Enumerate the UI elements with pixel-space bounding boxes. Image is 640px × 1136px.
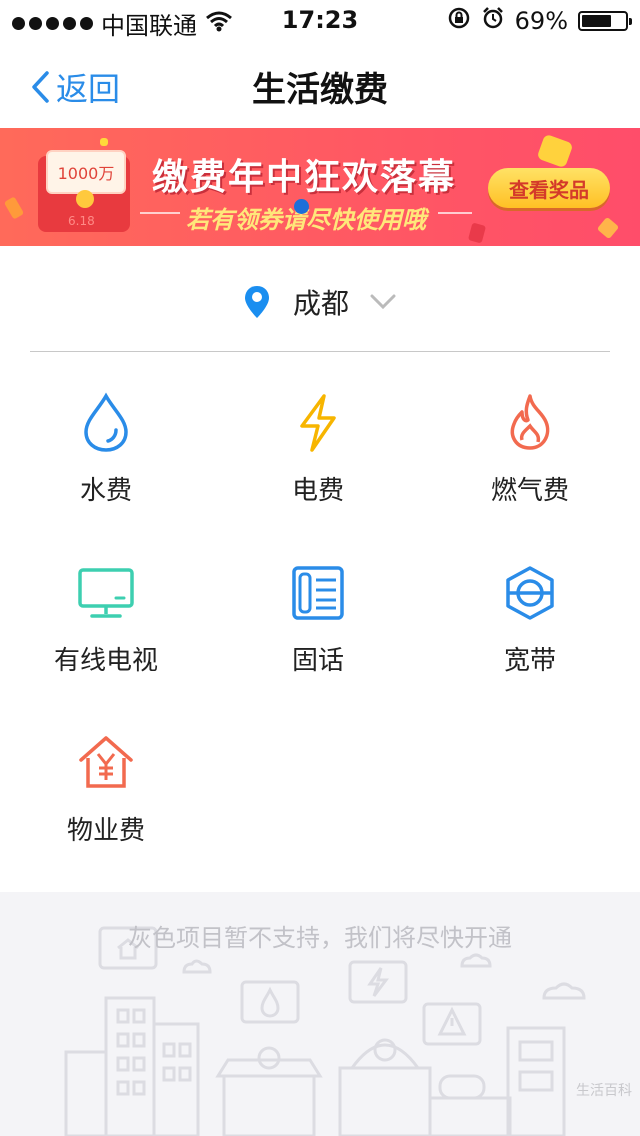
location-pin-icon <box>244 286 269 318</box>
flame-icon <box>510 394 550 450</box>
city-selector[interactable]: 成都 <box>0 246 640 352</box>
service-label: 物业费 <box>66 816 145 846</box>
service-broadband[interactable]: 宽带 <box>424 522 636 692</box>
telephone-icon <box>292 566 344 620</box>
confetti-decoration <box>3 196 25 220</box>
service-label: 宽带 <box>503 646 556 676</box>
city-name: 成都 <box>292 287 349 320</box>
service-label: 水费 <box>79 476 132 506</box>
alarm-icon <box>481 6 505 36</box>
status-bar: 中国联通 17:23 69% <box>0 0 640 40</box>
navigation-bar: 返回 生活缴费 <box>0 40 640 128</box>
confetti-decoration <box>596 216 620 240</box>
service-electricity[interactable]: 电费 <box>212 352 424 522</box>
banner-divider <box>140 212 180 214</box>
coin-icon <box>76 190 94 208</box>
service-landline[interactable]: 固话 <box>212 522 424 692</box>
service-property-fee[interactable]: 物业费 <box>0 692 212 862</box>
puzzle-piece-decoration <box>536 133 574 169</box>
red-envelope-icon: 1000万 6.18 <box>38 150 130 232</box>
broadband-icon <box>506 566 554 620</box>
page-title: 生活缴费 <box>252 70 388 110</box>
watermark: 生活百科 <box>576 1083 632 1099</box>
service-cable-tv[interactable]: 有线电视 <box>0 522 212 692</box>
promo-banner[interactable]: 1000万 6.18 缴费年中狂欢落幕 若有领券请尽快使用哦 查看奖品 <box>0 128 640 246</box>
battery-icon <box>578 11 632 31</box>
service-label: 燃气费 <box>490 476 569 506</box>
view-prizes-button[interactable]: 查看奖品 <box>488 168 610 208</box>
confetti-decoration <box>100 138 108 146</box>
unsupported-notice: 灰色项目暂不支持，我们将尽快开通 <box>128 924 512 952</box>
house-yuan-icon <box>79 736 133 788</box>
lightning-icon <box>300 394 336 452</box>
banner-headline: 缴费年中狂欢落幕 <box>152 157 457 198</box>
service-water[interactable]: 水费 <box>0 352 212 522</box>
tv-icon <box>78 568 134 618</box>
banner-divider <box>438 212 472 214</box>
carousel-indicator-dot <box>294 199 309 214</box>
envelope-amount: 6.18 <box>68 214 95 228</box>
rotation-lock-icon <box>447 6 471 36</box>
envelope-card-text: 1000万 <box>46 150 126 194</box>
unsupported-notice-section: 灰色项目暂不支持，我们将尽快开通 生活百科 <box>0 892 640 1136</box>
service-gas[interactable]: 燃气费 <box>424 352 636 522</box>
service-label: 固话 <box>291 646 344 676</box>
service-label: 有线电视 <box>53 646 158 676</box>
battery-level <box>582 15 611 27</box>
confetti-decoration <box>467 222 487 244</box>
water-drop-icon <box>84 392 128 452</box>
battery-percent: 69% <box>514 7 568 35</box>
service-label: 电费 <box>291 476 344 506</box>
chevron-down-icon <box>370 294 396 310</box>
